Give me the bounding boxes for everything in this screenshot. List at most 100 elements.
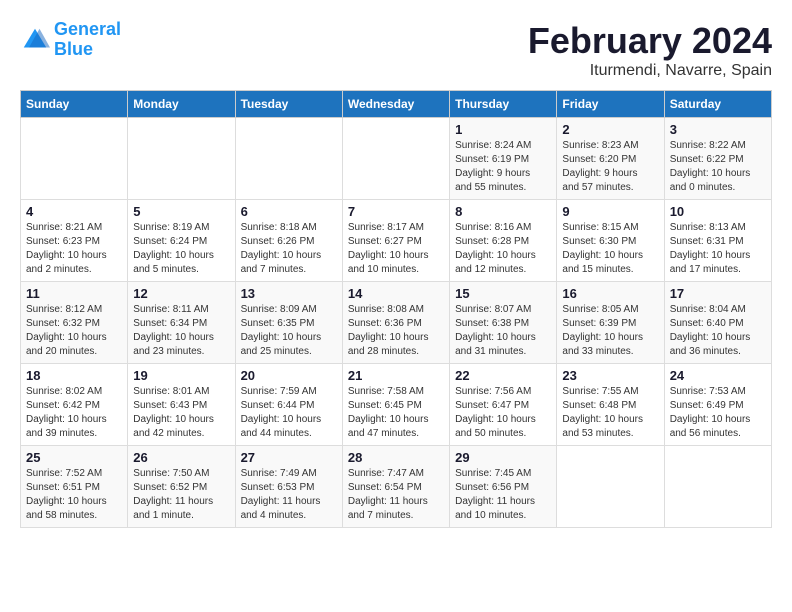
day-number: 16 (562, 286, 658, 301)
day-info: Sunrise: 8:17 AM Sunset: 6:27 PM Dayligh… (348, 221, 444, 277)
day-info: Sunrise: 8:09 AM Sunset: 6:35 PM Dayligh… (241, 303, 337, 359)
calendar-cell: 14 Sunrise: 8:08 AM Sunset: 6:36 PM Dayli… (342, 282, 449, 364)
day-info: Sunrise: 8:21 AM Sunset: 6:23 PM Dayligh… (26, 221, 122, 277)
day-number: 1 (455, 122, 551, 137)
day-info: Sunrise: 7:53 AM Sunset: 6:49 PM Dayligh… (670, 385, 766, 441)
day-number: 28 (348, 450, 444, 465)
day-number: 6 (241, 204, 337, 219)
day-number: 19 (133, 368, 229, 383)
day-number: 3 (670, 122, 766, 137)
day-number: 5 (133, 204, 229, 219)
weekday-header-sunday: Sunday (21, 91, 128, 118)
calendar-table: SundayMondayTuesdayWednesdayThursdayFrid… (20, 90, 772, 528)
day-number: 21 (348, 368, 444, 383)
logo-line1: General (54, 19, 121, 39)
day-number: 11 (26, 286, 122, 301)
calendar-cell (342, 118, 449, 200)
day-number: 24 (670, 368, 766, 383)
day-info: Sunrise: 8:04 AM Sunset: 6:40 PM Dayligh… (670, 303, 766, 359)
calendar-cell: 3 Sunrise: 8:22 AM Sunset: 6:22 PM Daylig… (664, 118, 771, 200)
logo-line2: Blue (54, 39, 93, 59)
day-info: Sunrise: 8:01 AM Sunset: 6:43 PM Dayligh… (133, 385, 229, 441)
calendar-week-row: 1 Sunrise: 8:24 AM Sunset: 6:19 PM Daylig… (21, 118, 772, 200)
day-number: 12 (133, 286, 229, 301)
day-number: 29 (455, 450, 551, 465)
calendar-cell: 9Sunrise: 8:15 AM Sunset: 6:30 PM Daylig… (557, 200, 664, 282)
month-title: February 2024 (528, 20, 772, 62)
calendar-cell: 24 Sunrise: 7:53 AM Sunset: 6:49 PM Dayli… (664, 364, 771, 446)
day-info: Sunrise: 8:15 AM Sunset: 6:30 PM Dayligh… (562, 221, 658, 277)
calendar-cell: 18 Sunrise: 8:02 AM Sunset: 6:42 PM Dayli… (21, 364, 128, 446)
day-number: 7 (348, 204, 444, 219)
day-info: Sunrise: 8:02 AM Sunset: 6:42 PM Dayligh… (26, 385, 122, 441)
logo-icon (20, 25, 50, 55)
calendar-cell: 19 Sunrise: 8:01 AM Sunset: 6:43 PM Dayli… (128, 364, 235, 446)
calendar-cell: 27 Sunrise: 7:49 AM Sunset: 6:53 PM Dayli… (235, 446, 342, 528)
day-number: 10 (670, 204, 766, 219)
day-number: 25 (26, 450, 122, 465)
page-header: General Blue February 2024 Iturmendi, Na… (20, 20, 772, 80)
day-info: Sunrise: 8:24 AM Sunset: 6:19 PM Dayligh… (455, 139, 551, 195)
calendar-cell: 7 Sunrise: 8:17 AM Sunset: 6:27 PM Daylig… (342, 200, 449, 282)
day-info: Sunrise: 7:58 AM Sunset: 6:45 PM Dayligh… (348, 385, 444, 441)
calendar-cell: 26Sunrise: 7:50 AM Sunset: 6:52 PM Dayli… (128, 446, 235, 528)
day-info: Sunrise: 7:59 AM Sunset: 6:44 PM Dayligh… (241, 385, 337, 441)
weekday-header-thursday: Thursday (450, 91, 557, 118)
day-info: Sunrise: 8:13 AM Sunset: 6:31 PM Dayligh… (670, 221, 766, 277)
location-title: Iturmendi, Navarre, Spain (528, 62, 772, 80)
day-info: Sunrise: 7:49 AM Sunset: 6:53 PM Dayligh… (241, 467, 337, 523)
day-info: Sunrise: 8:18 AM Sunset: 6:26 PM Dayligh… (241, 221, 337, 277)
calendar-cell (21, 118, 128, 200)
weekday-header-row: SundayMondayTuesdayWednesdayThursdayFrid… (21, 91, 772, 118)
calendar-cell: 11Sunrise: 8:12 AM Sunset: 6:32 PM Dayli… (21, 282, 128, 364)
calendar-cell: 4 Sunrise: 8:21 AM Sunset: 6:23 PM Daylig… (21, 200, 128, 282)
day-number: 20 (241, 368, 337, 383)
day-number: 4 (26, 204, 122, 219)
day-info: Sunrise: 8:19 AM Sunset: 6:24 PM Dayligh… (133, 221, 229, 277)
calendar-week-row: 11Sunrise: 8:12 AM Sunset: 6:32 PM Dayli… (21, 282, 772, 364)
day-info: Sunrise: 7:45 AM Sunset: 6:56 PM Dayligh… (455, 467, 551, 523)
calendar-cell: 5 Sunrise: 8:19 AM Sunset: 6:24 PM Daylig… (128, 200, 235, 282)
calendar-cell: 17 Sunrise: 8:04 AM Sunset: 6:40 PM Dayli… (664, 282, 771, 364)
calendar-cell: 8Sunrise: 8:16 AM Sunset: 6:28 PM Daylig… (450, 200, 557, 282)
day-number: 15 (455, 286, 551, 301)
calendar-cell: 29 Sunrise: 7:45 AM Sunset: 6:56 PM Dayli… (450, 446, 557, 528)
day-info: Sunrise: 7:52 AM Sunset: 6:51 PM Dayligh… (26, 467, 122, 523)
day-number: 27 (241, 450, 337, 465)
calendar-cell: 28 Sunrise: 7:47 AM Sunset: 6:54 PM Dayli… (342, 446, 449, 528)
calendar-cell: 1 Sunrise: 8:24 AM Sunset: 6:19 PM Daylig… (450, 118, 557, 200)
day-info: Sunrise: 7:47 AM Sunset: 6:54 PM Dayligh… (348, 467, 444, 523)
weekday-header-tuesday: Tuesday (235, 91, 342, 118)
calendar-cell: 21 Sunrise: 7:58 AM Sunset: 6:45 PM Dayli… (342, 364, 449, 446)
calendar-week-row: 18 Sunrise: 8:02 AM Sunset: 6:42 PM Dayli… (21, 364, 772, 446)
calendar-cell (557, 446, 664, 528)
title-area: February 2024 Iturmendi, Navarre, Spain (528, 20, 772, 80)
day-info: Sunrise: 8:22 AM Sunset: 6:22 PM Dayligh… (670, 139, 766, 195)
day-number: 14 (348, 286, 444, 301)
day-number: 13 (241, 286, 337, 301)
day-info: Sunrise: 7:55 AM Sunset: 6:48 PM Dayligh… (562, 385, 658, 441)
day-number: 18 (26, 368, 122, 383)
day-number: 26 (133, 450, 229, 465)
calendar-cell: 10 Sunrise: 8:13 AM Sunset: 6:31 PM Dayli… (664, 200, 771, 282)
calendar-cell: 25 Sunrise: 7:52 AM Sunset: 6:51 PM Dayli… (21, 446, 128, 528)
day-number: 22 (455, 368, 551, 383)
calendar-cell: 12 Sunrise: 8:11 AM Sunset: 6:34 PM Dayli… (128, 282, 235, 364)
day-number: 2 (562, 122, 658, 137)
calendar-cell: 22 Sunrise: 7:56 AM Sunset: 6:47 PM Dayli… (450, 364, 557, 446)
day-info: Sunrise: 8:05 AM Sunset: 6:39 PM Dayligh… (562, 303, 658, 359)
day-info: Sunrise: 8:08 AM Sunset: 6:36 PM Dayligh… (348, 303, 444, 359)
calendar-week-row: 4 Sunrise: 8:21 AM Sunset: 6:23 PM Daylig… (21, 200, 772, 282)
weekday-header-monday: Monday (128, 91, 235, 118)
calendar-cell (664, 446, 771, 528)
day-info: Sunrise: 7:56 AM Sunset: 6:47 PM Dayligh… (455, 385, 551, 441)
weekday-header-saturday: Saturday (664, 91, 771, 118)
day-number: 17 (670, 286, 766, 301)
day-info: Sunrise: 8:16 AM Sunset: 6:28 PM Dayligh… (455, 221, 551, 277)
calendar-cell: 16 Sunrise: 8:05 AM Sunset: 6:39 PM Dayli… (557, 282, 664, 364)
calendar-cell (128, 118, 235, 200)
calendar-cell: 20 Sunrise: 7:59 AM Sunset: 6:44 PM Dayli… (235, 364, 342, 446)
calendar-cell (235, 118, 342, 200)
day-info: Sunrise: 8:23 AM Sunset: 6:20 PM Dayligh… (562, 139, 658, 195)
day-info: Sunrise: 8:11 AM Sunset: 6:34 PM Dayligh… (133, 303, 229, 359)
